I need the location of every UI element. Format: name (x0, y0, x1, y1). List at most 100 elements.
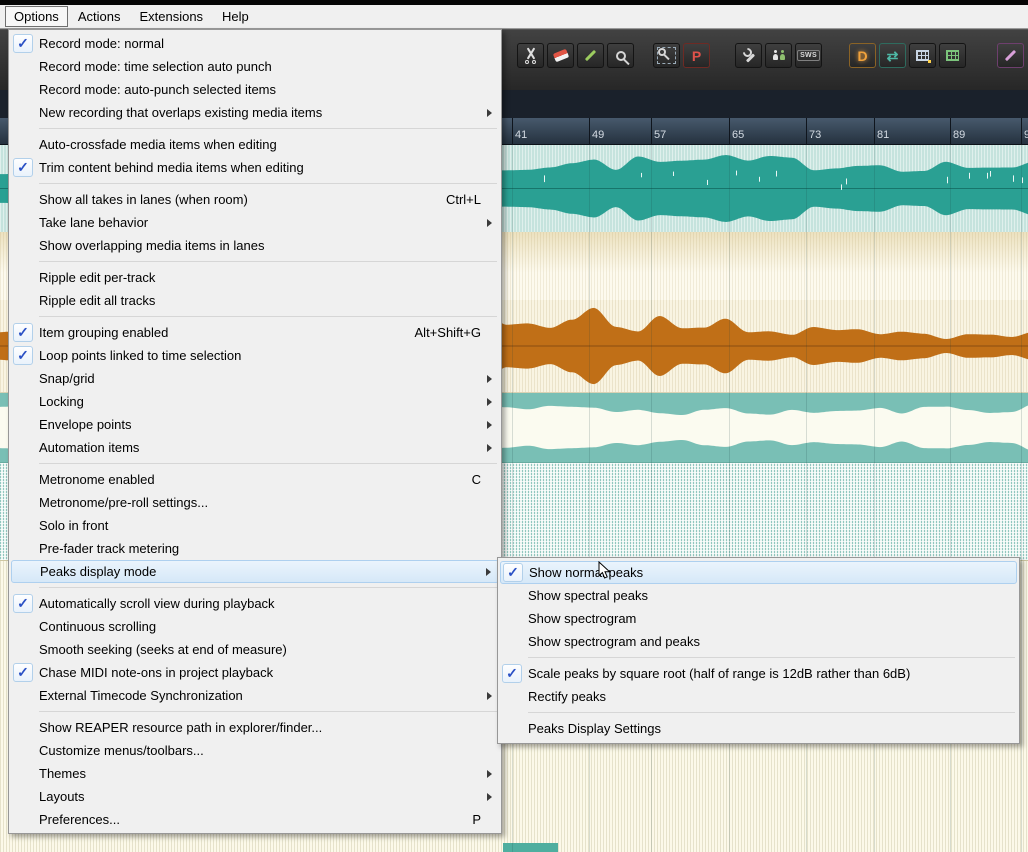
menu-item-metronome-pre-roll-settings[interactable]: Metronome/pre-roll settings... (11, 491, 499, 514)
ruler-tick (806, 118, 807, 145)
submenu-arrow-icon (487, 397, 492, 406)
menu-item-new-recording-that-overlaps-existing-media[interactable]: New recording that overlaps existing med… (11, 101, 499, 124)
menubar-item-options[interactable]: Options (5, 6, 68, 27)
ruler-label: 65 (732, 129, 745, 141)
submenu-arrow-icon (487, 691, 492, 700)
check-icon: ✓ (13, 323, 33, 342)
menu-item-scale-peaks-by-square-root-half-of-range-i[interactable]: ✓ Scale peaks by square root (half of ran… (500, 662, 1017, 685)
zoom-tool-icon[interactable] (607, 43, 634, 68)
menu-item-label: New recording that overlaps existing med… (39, 105, 323, 120)
menu-item-continuous-scrolling[interactable]: Continuous scrolling (11, 615, 499, 638)
grid-lock-icon[interactable] (909, 43, 936, 68)
menu-item-envelope-points[interactable]: Envelope points (11, 413, 499, 436)
menu-item-show-normal-peaks[interactable]: ✓ Show normal peaks (500, 561, 1017, 584)
ruler-label: 89 (953, 129, 966, 141)
ruler-label: 57 (654, 129, 667, 141)
check-icon: ✓ (13, 594, 33, 613)
submenu-arrow-icon (487, 443, 492, 452)
menu-item-auto-crossfade-media-items-when-editing[interactable]: Auto-crossfade media items when editing (11, 133, 499, 156)
menu-item-show-reaper-resource-path-in-explorer-find[interactable]: Show REAPER resource path in explorer/fi… (11, 716, 499, 739)
shortcut-label: C (471, 472, 481, 487)
menu-item-automatically-scroll-view-during-playback[interactable]: ✓ Automatically scroll view during playba… (11, 592, 499, 615)
grid-items-icon[interactable] (939, 43, 966, 68)
menu-separator (9, 257, 501, 266)
ruler-label: 49 (592, 129, 605, 141)
menu-item-solo-in-front[interactable]: Solo in front (11, 514, 499, 537)
menu-item-label: Chase MIDI note-ons in project playback (39, 665, 274, 680)
submenu-arrow-icon (487, 420, 492, 429)
menu-item-snap-grid[interactable]: Snap/grid (11, 367, 499, 390)
submenu-arrow-icon (487, 769, 492, 778)
menu-item-rectify-peaks[interactable]: Rectify peaks (500, 685, 1017, 708)
eraser-icon[interactable] (547, 43, 574, 68)
check-icon: ✓ (502, 664, 522, 683)
menu-item-loop-points-linked-to-time-selection[interactable]: ✓ Loop points linked to time selection (11, 344, 499, 367)
menu-item-record-mode-time-selection-auto-punch[interactable]: Record mode: time selection auto punch (11, 55, 499, 78)
menu-item-ripple-edit-per-track[interactable]: Ripple edit per-track (11, 266, 499, 289)
menu-item-label: Record mode: normal (39, 36, 164, 51)
menu-item-chase-midi-note-ons-in-project-playback[interactable]: ✓ Chase MIDI note-ons in project playback (11, 661, 499, 684)
menu-item-take-lane-behavior[interactable]: Take lane behavior (11, 211, 499, 234)
menu-separator (9, 312, 501, 321)
menu-item-show-overlapping-media-items-in-lanes[interactable]: Show overlapping media items in lanes (11, 234, 499, 257)
menu-item-label: Trim content behind media items when edi… (39, 160, 304, 175)
menu-item-peaks-display-mode[interactable]: Peaks display mode (11, 560, 499, 583)
menu-item-label: Show overlapping media items in lanes (39, 238, 265, 253)
menu-item-themes[interactable]: Themes (11, 762, 499, 785)
menu-item-record-mode-auto-punch-selected-items[interactable]: Record mode: auto-punch selected items (11, 78, 499, 101)
menu-item-peaks-display-settings[interactable]: Peaks Display Settings (500, 717, 1017, 740)
midi-edit-icon[interactable] (997, 43, 1024, 68)
auto-punch-icon[interactable]: P (683, 43, 710, 68)
menu-item-label: Show spectrogram and peaks (528, 634, 700, 649)
menu-item-label: Automatically scroll view during playbac… (39, 596, 275, 611)
marquee-zoom-icon[interactable] (653, 43, 680, 68)
menu-item-ripple-edit-all-tracks[interactable]: Ripple edit all tracks (11, 289, 499, 312)
menu-item-label: Rectify peaks (528, 689, 607, 704)
menu-item-show-spectrogram[interactable]: Show spectrogram (500, 607, 1017, 630)
menu-item-label: Auto-crossfade media items when editing (39, 137, 277, 152)
grid-line (589, 145, 590, 852)
menu-item-label: Take lane behavior (39, 215, 149, 230)
submenu-arrow-icon (487, 792, 492, 801)
grid-line (1021, 145, 1022, 852)
scissors-icon[interactable] (517, 43, 544, 68)
menu-item-external-timecode-synchronization[interactable]: External Timecode Synchronization (11, 684, 499, 707)
menu-item-preferences[interactable]: Preferences... P (11, 808, 499, 831)
repeat-state-icon[interactable]: D (849, 43, 876, 68)
menu-item-customize-menus-toolbars[interactable]: Customize menus/toolbars... (11, 739, 499, 762)
menubar-item-actions[interactable]: Actions (69, 6, 130, 27)
sync-arrows-icon[interactable]: ⇄ (879, 43, 906, 68)
menu-item-record-mode-normal[interactable]: ✓ Record mode: normal (11, 32, 499, 55)
menu-item-label: Ripple edit per-track (39, 270, 156, 285)
menu-item-metronome-enabled[interactable]: Metronome enabled C (11, 468, 499, 491)
menu-item-label: Ripple edit all tracks (39, 293, 156, 308)
ruler-label: 41 (515, 129, 528, 141)
menu-item-label: Solo in front (39, 518, 109, 533)
menu-item-layouts[interactable]: Layouts (11, 785, 499, 808)
menu-item-label: Loop points linked to time selection (39, 348, 242, 363)
menu-item-pre-fader-track-metering[interactable]: Pre-fader track metering (11, 537, 499, 560)
menu-item-label: Peaks Display Settings (528, 721, 661, 736)
submenu-arrow-icon (487, 374, 492, 383)
menu-item-locking[interactable]: Locking (11, 390, 499, 413)
sws-extension-icon[interactable]: SWS (795, 43, 822, 68)
menu-item-show-spectrogram-and-peaks[interactable]: Show spectrogram and peaks (500, 630, 1017, 653)
menu-item-item-grouping-enabled[interactable]: ✓ Item grouping enabled Alt+Shift+G (11, 321, 499, 344)
menu-item-label: Scale peaks by square root (half of rang… (528, 666, 911, 681)
check-icon: ✓ (13, 346, 33, 365)
menubar-item-extensions[interactable]: Extensions (130, 6, 212, 27)
menu-item-trim-content-behind-media-items-when-editi[interactable]: ✓ Trim content behind media items when ed… (11, 156, 499, 179)
menu-item-smooth-seeking-seeks-at-end-of-measure[interactable]: Smooth seeking (seeks at end of measure) (11, 638, 499, 661)
menu-item-automation-items[interactable]: Automation items (11, 436, 499, 459)
menu-item-label: Locking (39, 394, 84, 409)
menubar-item-help[interactable]: Help (213, 6, 258, 27)
ruler-tick (729, 118, 730, 145)
pencil-icon[interactable] (577, 43, 604, 68)
peaks-display-submenu: ✓ Show normal peaks Show spectral peaks Sho… (497, 557, 1020, 744)
actions-icon[interactable] (765, 43, 792, 68)
mouse-cursor-icon (598, 561, 611, 579)
wrench-icon[interactable] (735, 43, 762, 68)
menu-item-show-all-takes-in-lanes-when-room[interactable]: Show all takes in lanes (when room) Ctrl+… (11, 188, 499, 211)
menu-item-show-spectral-peaks[interactable]: Show spectral peaks (500, 584, 1017, 607)
submenu-arrow-icon (487, 218, 492, 227)
